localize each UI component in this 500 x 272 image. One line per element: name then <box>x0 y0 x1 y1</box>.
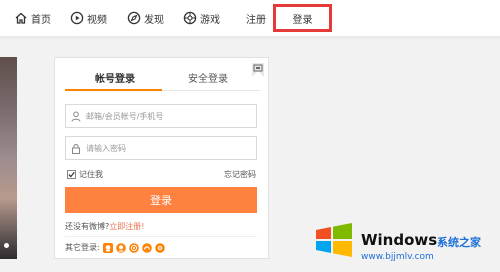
other-login-row: 其它登录: <box>65 242 165 253</box>
watermark-subtitle: 系统之家 <box>437 236 481 249</box>
active-tab-indicator <box>65 89 162 91</box>
watermark-title: Windows <box>361 231 438 249</box>
qq-icon[interactable] <box>102 242 113 253</box>
no-account-text: 还没有微博? <box>65 222 110 231</box>
watermark-url: www.bjjmlv.com <box>361 252 434 262</box>
banner-pager-dot[interactable] <box>4 243 9 248</box>
card-divider <box>65 236 257 237</box>
other-login-label: 其它登录: <box>65 243 100 252</box>
discover-icon <box>127 11 141 25</box>
nav-login-button[interactable]: 登录 <box>273 4 332 32</box>
sina-icon[interactable] <box>154 242 165 253</box>
nav-game[interactable]: 游戏 <box>183 9 220 27</box>
password-input[interactable] <box>86 138 246 158</box>
wechat-icon[interactable] <box>128 242 139 253</box>
lock-icon <box>66 137 86 159</box>
user-icon <box>66 105 86 127</box>
home-icon <box>14 11 28 25</box>
nav-home[interactable]: 首页 <box>14 9 51 27</box>
douban-icon[interactable] <box>141 242 152 253</box>
taobao-icon[interactable] <box>115 242 126 253</box>
nav-video-label: 视频 <box>87 14 107 26</box>
windows-watermark: Windows 系统之家 www.bjjmlv.com <box>312 214 500 272</box>
username-field[interactable] <box>65 104 257 128</box>
video-icon <box>70 11 84 25</box>
nav-shadow <box>0 36 500 40</box>
nav-home-label: 首页 <box>31 14 51 26</box>
top-navigation: 首页 视频 发现 游戏 注册 登录 <box>0 0 500 36</box>
login-card: 帐号登录 安全登录 记住我 忘记密码 登录 还没有微博?立即注册! 其它登录: <box>54 57 269 259</box>
nav-discover-label: 发现 <box>144 14 164 26</box>
banner-image <box>0 57 17 259</box>
tab-account-login[interactable]: 帐号登录 <box>95 70 135 88</box>
checkbox-checked-icon[interactable] <box>67 170 76 179</box>
nav-login-label: 登录 <box>292 14 313 26</box>
register-now-link[interactable]: 立即注册! <box>109 222 144 231</box>
password-field[interactable] <box>65 136 257 160</box>
nav-discover[interactable]: 发现 <box>127 9 164 27</box>
tab-secure-login[interactable]: 安全登录 <box>188 70 228 88</box>
username-input[interactable] <box>86 106 246 126</box>
login-submit-button[interactable]: 登录 <box>65 187 257 213</box>
game-icon <box>183 11 197 25</box>
forgot-password-link[interactable]: 忘记密码 <box>224 169 256 180</box>
remember-me-label: 记住我 <box>79 170 103 179</box>
nav-game-label: 游戏 <box>200 14 220 26</box>
nav-register[interactable]: 注册 <box>246 9 266 27</box>
register-prompt: 还没有微博?立即注册! <box>65 221 144 232</box>
windows-logo-icon <box>312 218 356 262</box>
nav-video[interactable]: 视频 <box>70 9 107 27</box>
remember-me-checkbox[interactable]: 记住我 <box>67 169 103 180</box>
nav-register-label: 注册 <box>246 14 266 26</box>
qr-code-icon[interactable] <box>251 62 265 78</box>
